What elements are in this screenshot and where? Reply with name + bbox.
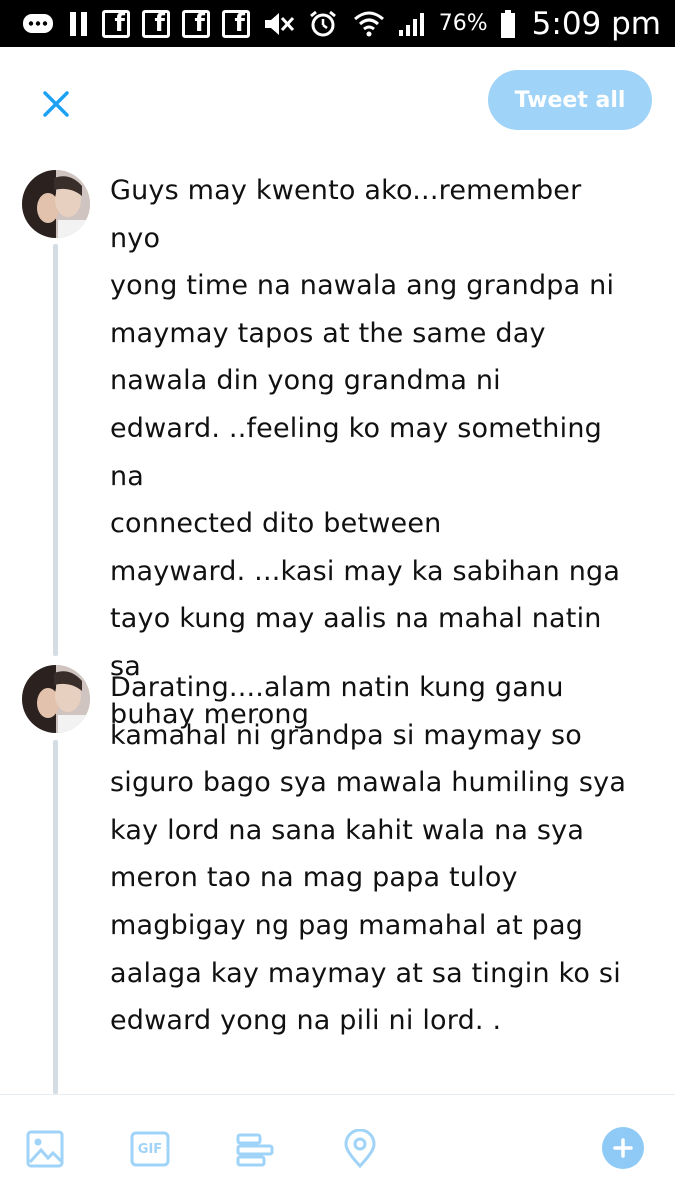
avatar-photo [22,665,90,733]
avatar[interactable] [22,665,90,733]
tweet-text[interactable]: Darating....alam natin kung ganu kamahal… [110,664,640,1045]
add-icon [613,1138,633,1158]
thread-connector [53,244,58,656]
add-image-button[interactable] [23,1127,67,1171]
wifi-icon [353,9,385,39]
tweet-all-button[interactable]: Tweet all [488,70,652,130]
avatar-photo [22,170,90,238]
add-tweet-button[interactable] [602,1127,644,1169]
gif-label: GIF [137,1141,163,1157]
close-icon [43,91,69,117]
add-gif-button[interactable]: GIF [128,1127,172,1171]
close-button[interactable] [34,82,78,126]
facebook-icon: f [102,9,130,38]
pause-icon [68,10,90,38]
avatar[interactable] [22,170,90,238]
battery-icon [500,9,516,39]
facebook-icon: f [142,9,170,38]
messenger-icon [22,11,56,37]
mute-icon [262,9,296,39]
image-icon [26,1130,64,1168]
battery-percent: 76% [438,11,488,36]
thread-connector [53,740,58,1094]
facebook-icon: f [182,9,210,38]
add-location-button[interactable] [338,1127,382,1171]
add-poll-button[interactable] [234,1127,278,1171]
poll-icon [236,1133,274,1167]
alarm-icon [308,9,338,39]
location-icon [344,1129,376,1169]
clock: 5:09 pm [531,5,661,42]
status-bar: f f f f 76% 5:09 pm [0,0,675,47]
facebook-icon: f [222,9,250,38]
tweet-text[interactable]: Guys may kwento ako...remember nyo yong … [110,167,640,738]
compose-toolbar: GIF [0,1094,675,1201]
signal-icon [397,10,427,38]
